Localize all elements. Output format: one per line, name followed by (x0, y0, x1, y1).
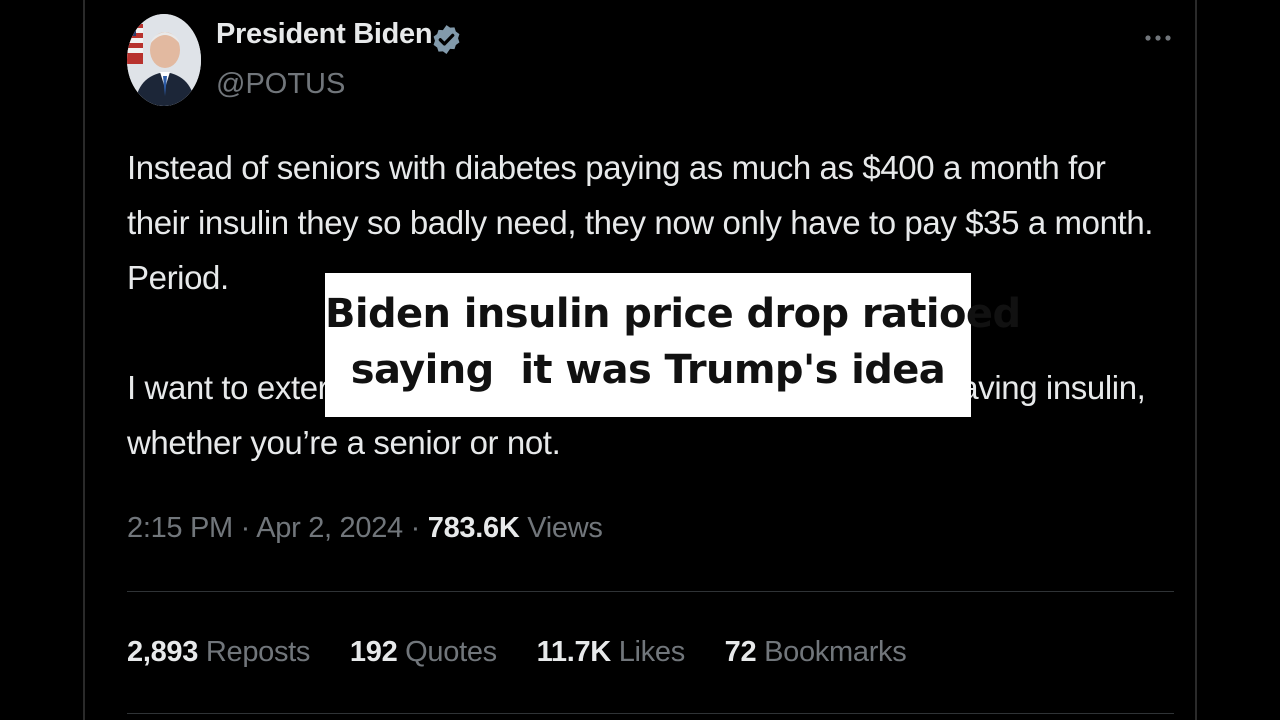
tweet-text-fragment-right: aving insulin, (960, 369, 1146, 406)
likes-count: 11.7K (536, 636, 612, 668)
caption-overlay: Biden insulin price drop ratioed saying … (325, 273, 1021, 417)
views-label: Views (527, 512, 603, 544)
bookmarks-label: Bookmarks (764, 636, 907, 668)
frame-border-right (1195, 0, 1197, 720)
verified-badge-icon (433, 25, 460, 54)
caption-line: saying it was Trump's idea (350, 347, 946, 393)
likes-stat[interactable]: 11.7K Likes (536, 636, 686, 669)
tweet-text-line: Instead of seniors with diabetes paying … (127, 149, 1106, 186)
quotes-stat[interactable]: 192 Quotes (350, 636, 497, 669)
video-frame: President Biden @POTUS Instead of senior… (0, 0, 1280, 720)
reposts-count: 2,893 (127, 636, 199, 668)
divider (127, 591, 1174, 592)
avatar-photo-icon (127, 14, 201, 106)
tweet-text-line: whether you’re a senior or not. (127, 424, 561, 461)
reposts-label: Reposts (205, 636, 311, 668)
caption-line: Biden insulin price drop ratioed (325, 291, 1021, 337)
meta-separator: · (240, 512, 251, 544)
bookmarks-stat[interactable]: 72 Bookmarks (725, 636, 907, 669)
divider (127, 713, 1174, 714)
tweet-text-fragment-left: I want to exter (127, 369, 329, 406)
tweet-date[interactable]: Apr 2, 2024 (256, 512, 403, 544)
more-options-icon[interactable] (1143, 26, 1173, 50)
meta-separator: · (410, 512, 421, 544)
author-handle[interactable]: @POTUS (216, 68, 345, 101)
bookmarks-count: 72 (724, 636, 757, 668)
author-name[interactable]: President Biden (216, 18, 433, 51)
quotes-label: Quotes (405, 636, 497, 668)
quotes-count: 192 (349, 636, 398, 668)
tweet-time[interactable]: 2:15 PM (127, 512, 233, 544)
views-count: 783.6K (427, 512, 520, 544)
avatar[interactable] (127, 14, 201, 106)
likes-label: Likes (618, 636, 686, 668)
reposts-stat[interactable]: 2,893 Reposts (127, 636, 310, 669)
tweet-meta: 2:15 PM · Apr 2, 2024 · 783.6K Views (127, 512, 603, 545)
tweet-text-line: their insulin they so badly need, they n… (127, 204, 1154, 241)
engagement-stats: 2,893 Reposts 192 Quotes 11.7K Likes 72 … (127, 636, 938, 669)
